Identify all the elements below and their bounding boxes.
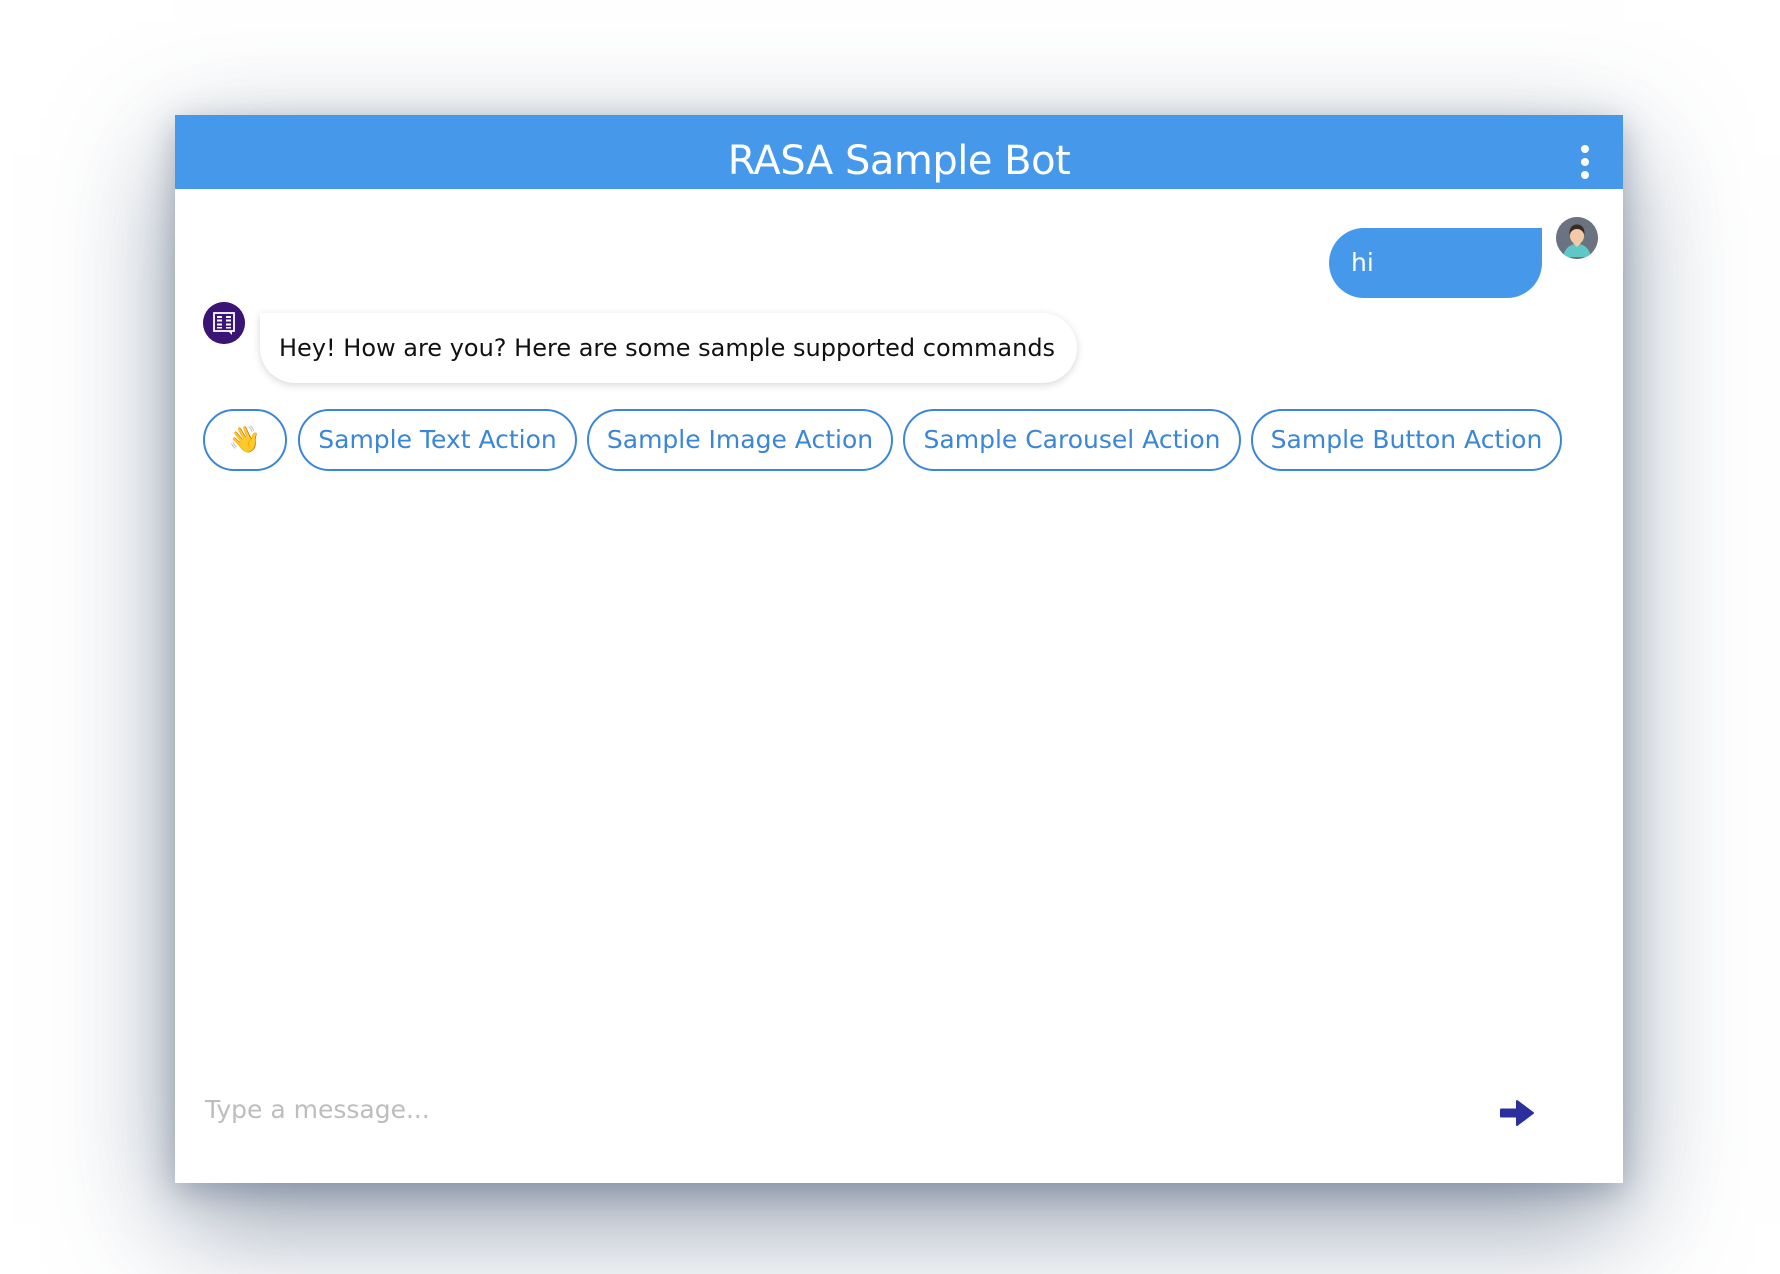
quick-reply-sample-image-action[interactable]: Sample Image Action bbox=[587, 409, 893, 471]
more-vertical-icon bbox=[1581, 145, 1589, 153]
message-composer bbox=[175, 1053, 1623, 1183]
bot-message: Hey! How are you? Here are some sample s… bbox=[260, 313, 1078, 383]
more-vertical-icon-dot bbox=[1581, 158, 1589, 166]
send-arrow-icon bbox=[1500, 1100, 1534, 1126]
rasa-bot-avatar-icon bbox=[203, 302, 245, 344]
quick-reply-wave-button[interactable]: 👋 bbox=[203, 409, 287, 471]
page-background: RASA Sample Bot hi Hey! How are you? Her… bbox=[0, 0, 1780, 1274]
user-message: hi bbox=[1329, 228, 1542, 298]
quick-reply-sample-button-action[interactable]: Sample Button Action bbox=[1251, 409, 1562, 471]
chat-title: RASA Sample Bot bbox=[727, 138, 1071, 184]
more-options-button[interactable] bbox=[1579, 145, 1591, 179]
send-button[interactable] bbox=[1495, 1091, 1539, 1135]
message-input[interactable] bbox=[205, 1085, 1405, 1133]
quick-reply-sample-carousel-action[interactable]: Sample Carousel Action bbox=[903, 409, 1241, 471]
chat-header: RASA Sample Bot bbox=[175, 115, 1623, 189]
more-vertical-icon-dot bbox=[1581, 171, 1589, 179]
quick-reply-sample-text-action[interactable]: Sample Text Action bbox=[298, 409, 577, 471]
user-avatar-icon bbox=[1556, 217, 1598, 259]
chat-window: RASA Sample Bot hi Hey! How are you? Her… bbox=[175, 115, 1623, 1183]
